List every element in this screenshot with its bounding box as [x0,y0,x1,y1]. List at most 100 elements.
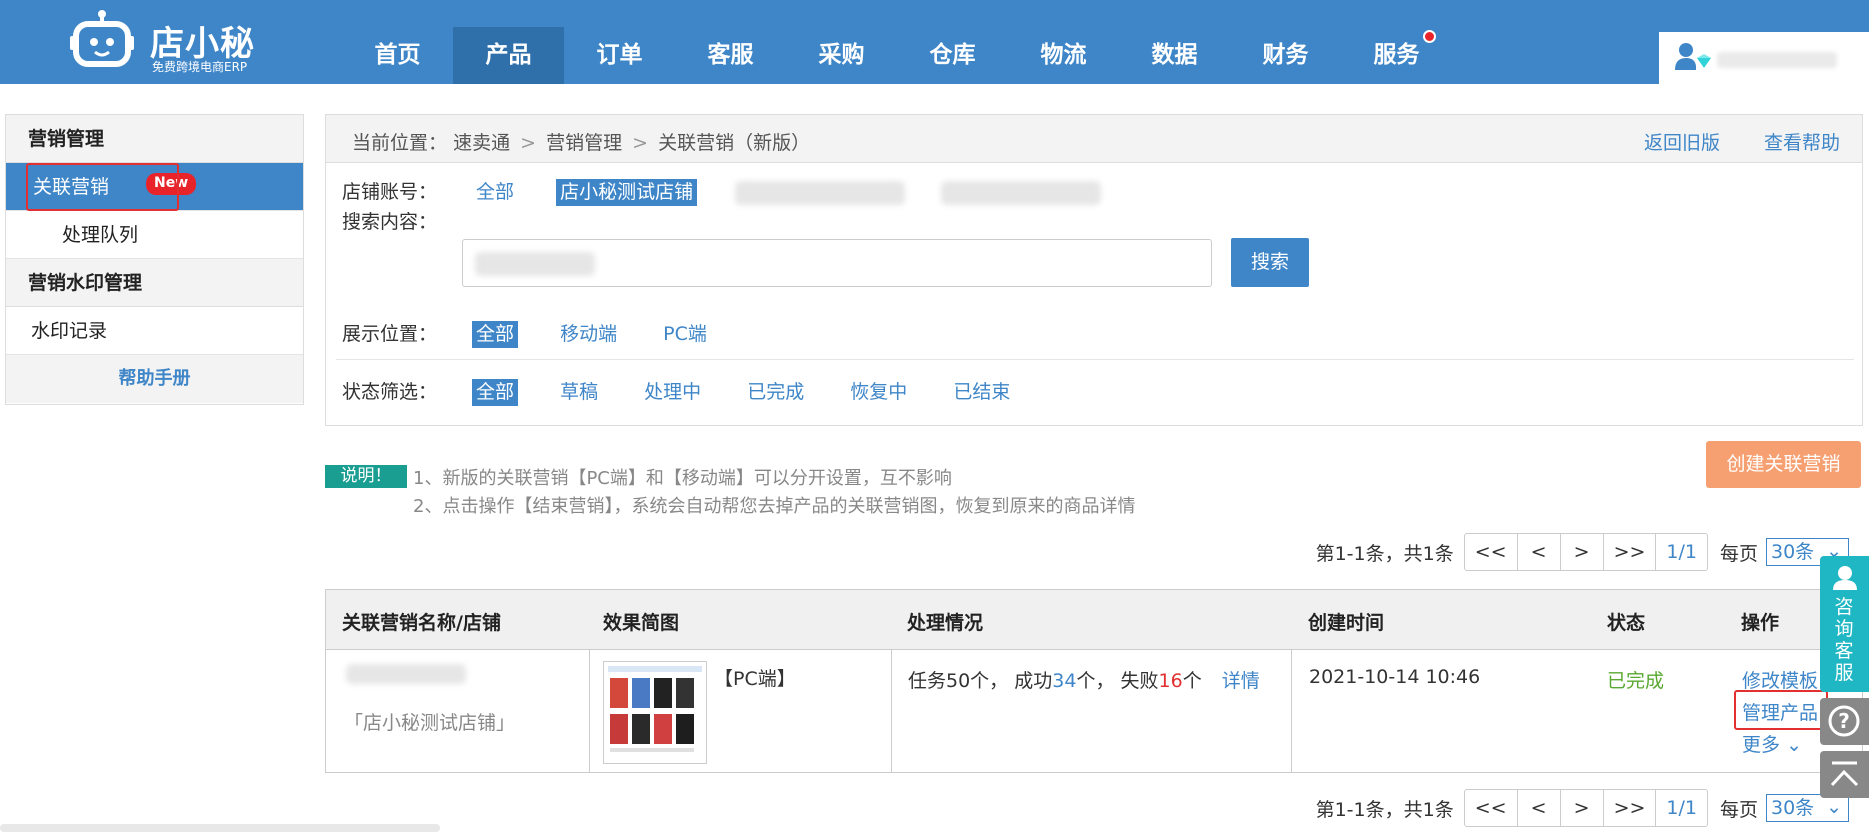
per-page-select[interactable]: 30条 ⌄ [1766,794,1849,822]
nav-item-finance[interactable]: 财务 [1230,27,1341,84]
shop-filter-label: 店铺账号： [342,181,438,203]
search-label: 搜索内容： [342,211,438,233]
search-input[interactable] [462,239,1212,287]
chevron-down-icon: ⌄ [1786,734,1802,756]
fail-label: 失败 [1120,670,1159,692]
nav-item-data[interactable]: 数据 [1119,27,1230,84]
search-button[interactable]: 搜索 [1231,238,1309,287]
horizontal-scrollbar[interactable] [0,824,440,832]
position-option-mobile[interactable]: 移动端 [556,321,621,348]
page: 店小秘 免费跨境电商ERP 首页 产品 订单 客服 采购 仓库 物流 数据 财务… [0,0,1869,832]
preview-thumbnail[interactable] [603,661,707,764]
nav-item-warehouse[interactable]: 仓库 [897,27,1008,84]
svg-text:?: ? [1838,709,1850,733]
column-divider [891,650,892,773]
shop-name: 「店小秘测试店铺」 [344,712,516,734]
fail-unit: 个 [1182,670,1202,692]
position-filter-row: 展示位置： 全部 移动端 PC端 [342,319,743,348]
nav-item-purchase[interactable]: 采购 [786,27,897,84]
sidebar-item-queue[interactable]: 处理队列 [6,211,303,259]
nav-item-services-label: 服务 [1373,42,1420,68]
success-label: 成功 [1014,670,1053,692]
status-option-draft[interactable]: 草稿 [556,379,602,406]
marketing-table: 关联营销名称/店铺 效果简图 处理情况 创建时间 状态 操作 「店小秘测试店铺」 [325,589,1863,773]
detail-link[interactable]: 详情 [1222,670,1260,692]
divider [336,359,1854,360]
position-option-pc[interactable]: PC端 [659,321,711,348]
nav-item-customer-service[interactable]: 客服 [675,27,786,84]
nav-item-logistics[interactable]: 物流 [1008,27,1119,84]
search-input-value-blurred [475,252,595,276]
more-actions-dropdown[interactable]: 更多 ⌄ [1742,730,1802,757]
shop-option-selected[interactable]: 店小秘测试店铺 [556,179,698,206]
column-header-preview: 效果简图 [603,612,680,634]
back-to-old-version-link[interactable]: 返回旧版 [1644,128,1720,155]
nav-item-home[interactable]: 首页 [342,27,453,84]
table-header: 关联营销名称/店铺 效果简图 处理情况 创建时间 状态 操作 [326,590,1862,650]
current-page-indicator: 1/1 [1666,541,1697,563]
logo[interactable]: 店小秘 免费跨境电商ERP [70,6,270,76]
column-divider [1291,650,1292,773]
nav-item-orders[interactable]: 订单 [564,27,675,84]
sidebar: 营销管理 关联营销 New 处理队列 营销水印管理 水印记录 帮助手册 [5,114,304,405]
pagination-buttons: << < > >> 1/1 [1463,789,1708,827]
shop-option-all[interactable]: 全部 [472,179,518,206]
user-menu[interactable] [1659,32,1869,84]
success-count: 34 [1052,670,1077,692]
status-option-completed[interactable]: 已完成 [743,379,808,406]
highlight-box [26,163,179,211]
next-page-button[interactable]: > [1561,790,1604,826]
pagination-summary: 第1-1条，共1条 [1315,542,1454,565]
nav-item-services[interactable]: 服务 [1341,27,1452,84]
prev-page-button[interactable]: < [1518,790,1561,826]
last-page-button[interactable]: >> [1604,534,1657,570]
pagination-bottom: 第1-1条，共1条 << < > >> 1/1 每页 30条 ⌄ [1316,789,1849,827]
sidebar-item-related-marketing[interactable]: 关联营销 New [6,163,303,211]
column-divider [589,650,590,773]
edit-template-link[interactable]: 修改模板 [1742,666,1818,693]
position-option-all[interactable]: 全部 [472,321,519,348]
consult-service-button[interactable]: 咨询客服 [1820,556,1869,692]
shop-option-blurred[interactable] [941,180,1102,205]
sidebar-help-manual[interactable]: 帮助手册 [6,355,303,403]
prev-page-button[interactable]: < [1518,534,1561,570]
last-page-button[interactable]: >> [1604,790,1657,826]
sidebar-item-watermark-records[interactable]: 水印记录 [6,307,303,355]
column-header-created: 创建时间 [1308,612,1385,634]
help-float-button[interactable]: ? [1820,698,1869,745]
first-page-button[interactable]: << [1465,534,1518,570]
per-page-value: 30条 [1771,541,1815,563]
view-help-link[interactable]: 查看帮助 [1764,128,1840,155]
marketing-name-blurred [346,664,466,684]
filter-panel: 当前位置： 速卖通 > 营销管理 > 关联营销（新版） 返回旧版 查看帮助 店铺… [325,114,1863,426]
question-icon: ? [1828,705,1860,737]
product-grid-image [608,666,702,752]
status-option-restoring[interactable]: 恢复中 [846,379,911,406]
breadcrumb-prefix: 当前位置： [352,132,448,154]
nav-item-products[interactable]: 产品 [453,27,564,84]
per-page-label: 每页 [1719,542,1758,565]
breadcrumb-item[interactable]: 营销管理 [546,132,622,154]
shop-option-blurred[interactable] [735,180,906,205]
column-header-name-shop: 关联营销名称/店铺 [342,612,501,634]
status-filter-row: 状态筛选： 全部 草稿 处理中 已完成 恢复中 已结束 [342,377,1046,406]
top-navigation-bar: 店小秘 免费跨境电商ERP 首页 产品 订单 客服 采购 仓库 物流 数据 财务… [0,0,1869,84]
first-page-button[interactable]: << [1465,790,1518,826]
next-page-button[interactable]: > [1561,534,1604,570]
created-time: 2021-10-14 10:46 [1309,666,1481,688]
pagination-top: 第1-1条，共1条 << < > >> 1/1 每页 30条 ⌄ [1316,533,1849,571]
headset-icon [1833,566,1857,590]
logo-slogan: 免费跨境电商ERP [152,60,248,74]
status-option-all[interactable]: 全部 [472,379,519,406]
highlight-box [1734,690,1828,730]
note-line-2: 2、点击操作【结束营销】，系统会自动帮您去掉产品的关联营销图，恢复到原来的商品详… [413,496,1136,517]
create-related-marketing-button[interactable]: 创建关联营销 [1706,441,1861,488]
notification-dot [1423,30,1436,43]
breadcrumb-item[interactable]: 速卖通 [453,132,510,154]
breadcrumb-current: 关联营销（新版） [658,132,811,154]
status-option-ended[interactable]: 已结束 [949,379,1014,406]
back-to-top-button[interactable] [1820,751,1869,798]
status-option-processing[interactable]: 处理中 [640,379,705,406]
status-badge: 已完成 [1607,670,1665,692]
fail-count: 16 [1158,670,1183,692]
